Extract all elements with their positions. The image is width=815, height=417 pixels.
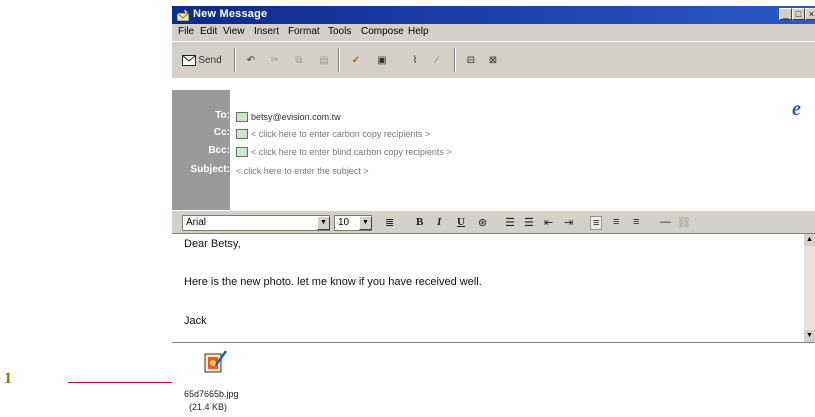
header-pane <box>172 78 815 210</box>
attachment-filename[interactable]: 65d7665b.jpg <box>184 389 239 399</box>
scroll-down-arrow-icon[interactable]: ▼ <box>804 330 815 342</box>
bcc-field[interactable]: < click here to enter blind carbon copy … <box>251 147 452 157</box>
font-select-value: Arial <box>186 217 207 228</box>
toolbar-separator <box>338 48 340 72</box>
format-toolbar: Arial ▼ 10 ▼ ≣ B I U ⊛ ☰ ☰ ⇤ ⇥ ≡ ≡ ≡ — ⛓ <box>172 210 815 234</box>
body-line-signature: Jack <box>184 315 207 327</box>
message-body[interactable]: Dear Betsy, Here is the new photo. let m… <box>172 234 815 343</box>
menu-view[interactable]: View <box>223 26 245 37</box>
undo-icon[interactable]: ↶ <box>242 50 260 70</box>
body-line-content: Here is the new photo. let me know if yo… <box>184 276 482 288</box>
bcc-card-icon <box>236 147 248 157</box>
mail-app-icon <box>176 8 190 22</box>
menu-format[interactable]: Format <box>288 26 320 37</box>
attach-icon[interactable]: ⌇ <box>406 50 424 70</box>
size-dropdown-arrow-icon[interactable]: ▼ <box>359 216 372 230</box>
cc-label[interactable]: Cc: <box>174 127 230 138</box>
body-vertical-scrollbar[interactable]: ▲ ▼ <box>804 234 815 342</box>
copy-icon[interactable]: ⧉ <box>290 50 308 70</box>
bulleted-list-icon[interactable]: ☰ <box>524 216 534 229</box>
italic-icon[interactable]: I <box>437 216 441 228</box>
size-select-value: 10 <box>338 217 350 228</box>
subject-field[interactable]: < click here to enter the subject > <box>236 166 369 176</box>
cut-icon[interactable]: ✂ <box>266 50 284 70</box>
close-button[interactable]: × <box>805 8 815 20</box>
maximize-button[interactable]: □ <box>792 8 805 20</box>
underline-icon[interactable]: U <box>457 216 465 228</box>
send-button[interactable]: Send <box>176 50 228 70</box>
increase-indent-icon[interactable]: ⇥ <box>564 216 573 229</box>
sign-icon[interactable]: ⊠ <box>484 50 502 70</box>
menu-help[interactable]: Help <box>408 26 429 37</box>
body-line-greeting: Dear Betsy, <box>184 238 241 250</box>
bcc-label[interactable]: Bcc: <box>174 145 230 156</box>
hyperlink-icon[interactable]: ⛓ <box>677 216 691 229</box>
address-book-icon[interactable]: ▣ <box>372 50 392 70</box>
subject-label: Subject: <box>190 164 230 175</box>
paragraph-style-icon[interactable]: ≣ <box>385 216 394 229</box>
align-center-icon[interactable]: ≡ <box>613 216 619 228</box>
annotation-pointer-line <box>68 382 180 383</box>
menu-edit[interactable]: Edit <box>200 26 217 37</box>
font-color-icon[interactable]: ⊛ <box>478 216 487 229</box>
decrease-indent-icon[interactable]: ⇤ <box>544 216 553 229</box>
ie-logo-icon: e <box>792 98 801 120</box>
priority-icon[interactable]: ⊟ <box>462 50 480 70</box>
attachment-pane: 65d7665b.jpg (21.4 KB) <box>172 343 815 417</box>
send-icon <box>182 54 197 66</box>
annotation-number: 1 <box>4 370 12 387</box>
bold-icon[interactable]: B <box>416 216 423 228</box>
title-bar[interactable]: New Message _ □ × <box>172 6 815 24</box>
to-field[interactable]: betsy@evision.com.tw <box>251 112 341 122</box>
toolbar-separator <box>234 48 236 72</box>
horizontal-line-icon[interactable]: — <box>660 216 671 228</box>
align-right-icon[interactable]: ≡ <box>633 216 639 228</box>
check-names-icon[interactable]: ✓ <box>346 50 366 70</box>
menu-bar: File Edit View Insert Format Tools Compo… <box>172 24 815 41</box>
numbered-list-icon[interactable]: ☰ <box>505 216 515 229</box>
toolbar: Send ↶ ✂ ⧉ ▤ ✓ ▣ ⌇ ⁄ ⊟ ⊠ <box>172 41 815 79</box>
attachment-size: (21.4 KB) <box>189 402 228 412</box>
window-title: New Message <box>193 8 268 20</box>
minimize-button[interactable]: _ <box>779 8 792 20</box>
compose-window: New Message _ □ × File Edit View Insert … <box>172 6 815 417</box>
contact-card-icon <box>236 112 248 122</box>
signature-icon[interactable]: ⁄ <box>428 50 446 70</box>
menu-file[interactable]: File <box>178 26 194 37</box>
menu-insert[interactable]: Insert <box>254 26 279 37</box>
to-label[interactable]: To: <box>174 110 230 121</box>
font-select[interactable]: Arial <box>182 215 330 231</box>
jpg-file-icon[interactable] <box>202 349 228 375</box>
menu-compose[interactable]: Compose <box>361 26 404 37</box>
align-left-icon[interactable]: ≡ <box>590 216 603 230</box>
font-dropdown-arrow-icon[interactable]: ▼ <box>317 216 330 230</box>
menu-tools[interactable]: Tools <box>328 26 351 37</box>
cc-card-icon <box>236 129 248 139</box>
toolbar-separator <box>454 48 456 72</box>
send-label: Send <box>198 54 222 66</box>
header-labels-column: To: Cc: Bcc: Subject: <box>172 90 230 210</box>
paste-icon[interactable]: ▤ <box>315 50 333 70</box>
cc-field[interactable]: < click here to enter carbon copy recipi… <box>251 129 430 139</box>
scroll-up-arrow-icon[interactable]: ▲ <box>804 234 815 246</box>
